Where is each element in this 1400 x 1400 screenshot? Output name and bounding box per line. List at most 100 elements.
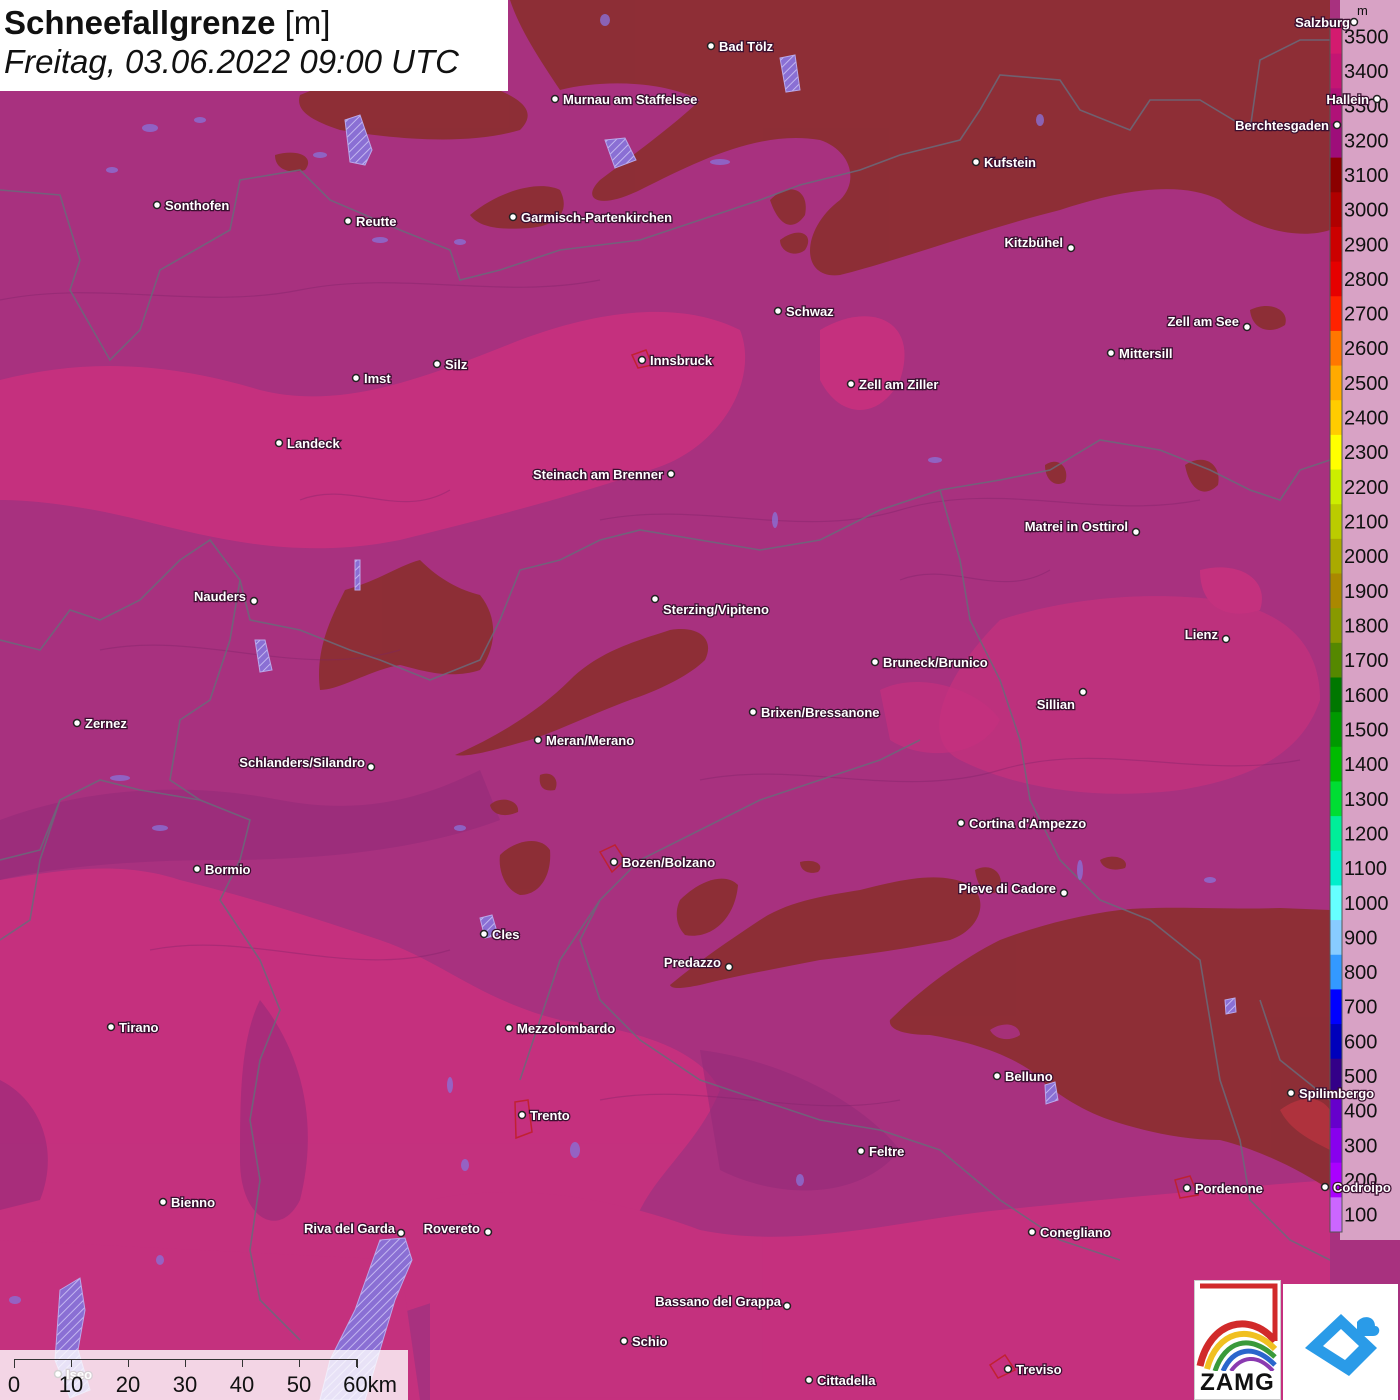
legend-swatch bbox=[1330, 434, 1342, 471]
city-marker: Brixen/Bressanone bbox=[748, 704, 881, 721]
city-marker: Bruneck/Brunico bbox=[870, 654, 989, 671]
legend-label: 1800 bbox=[1344, 616, 1389, 638]
city-dot bbox=[856, 1146, 866, 1156]
city-dot bbox=[396, 1228, 406, 1238]
legend-label: 1700 bbox=[1344, 650, 1389, 672]
city-label: Conegliano bbox=[1040, 1225, 1111, 1240]
city-dot bbox=[956, 818, 966, 828]
legend-unit: m bbox=[1357, 3, 1368, 18]
map-title-main: Schneefallgrenze bbox=[4, 4, 276, 41]
scale-tick-label: 40 bbox=[229, 1372, 255, 1397]
city-marker: Cittadella bbox=[804, 1372, 878, 1389]
map-stage: 3500 3400 3300 3200 3100 3000 2900 2800 2700 2600… bbox=[0, 0, 1400, 1400]
city-dot bbox=[1320, 1182, 1330, 1192]
city-marker: Conegliano bbox=[1027, 1224, 1112, 1241]
city-label: Pordenone bbox=[1195, 1181, 1263, 1196]
legend-label: 3100 bbox=[1344, 165, 1389, 187]
city-dot bbox=[72, 718, 82, 728]
title-box: Schneefallgrenze [m] Freitag, 03.06.2022… bbox=[0, 0, 508, 91]
legend-label: 2600 bbox=[1344, 338, 1389, 360]
city-label: Bienno bbox=[171, 1195, 215, 1210]
legend-label: 1600 bbox=[1344, 685, 1389, 707]
city-dot bbox=[1182, 1183, 1192, 1193]
city-label: Silz bbox=[445, 357, 468, 372]
city-label: Meran/Merano bbox=[546, 733, 634, 748]
city-label: Cittadella bbox=[817, 1373, 876, 1388]
city-dot bbox=[1131, 527, 1141, 537]
legend-label: 1100 bbox=[1344, 858, 1387, 880]
legend-swatch bbox=[1330, 746, 1342, 782]
legend-swatch bbox=[1330, 400, 1342, 436]
scale-tick-mark bbox=[356, 1359, 357, 1367]
city-label: Garmisch-Partenkirchen bbox=[521, 210, 672, 225]
city-dot bbox=[1372, 94, 1382, 104]
city-dot bbox=[666, 469, 676, 479]
city-dot bbox=[1059, 888, 1069, 898]
city-dot bbox=[483, 1227, 493, 1237]
legend-label: 1400 bbox=[1344, 754, 1389, 776]
city-label: Nauders bbox=[194, 589, 246, 604]
legend-swatch bbox=[1330, 989, 1342, 1025]
city-label: Schio bbox=[632, 1334, 667, 1349]
city-dot bbox=[432, 359, 442, 369]
legend-swatch bbox=[1330, 1128, 1342, 1164]
weather-app-logo bbox=[1283, 1284, 1398, 1400]
city-dot bbox=[1066, 243, 1076, 253]
city-label: Predazzo bbox=[664, 955, 721, 970]
city-label: Bormio bbox=[205, 862, 251, 877]
city-marker: Meran/Merano bbox=[533, 732, 635, 749]
legend-label: 2200 bbox=[1344, 477, 1389, 499]
legend-swatch bbox=[1330, 781, 1342, 817]
city-dot bbox=[706, 41, 716, 51]
legend-label: 1200 bbox=[1344, 823, 1389, 845]
legend-label: 3400 bbox=[1344, 61, 1389, 83]
map-title: Schneefallgrenze [m] bbox=[4, 4, 508, 42]
scale-tick-label: 50 bbox=[286, 1372, 312, 1397]
city-label: Reutte bbox=[356, 214, 396, 229]
legend-swatch bbox=[1330, 469, 1342, 505]
legend-swatch bbox=[1330, 712, 1342, 748]
legend-label: 400 bbox=[1344, 1101, 1377, 1123]
city-marker: Matrei in Osttirol bbox=[1023, 518, 1141, 537]
city-label: Landeck bbox=[287, 436, 341, 451]
city-marker: Berchtesgaden bbox=[1234, 117, 1342, 134]
city-label: Innsbruck bbox=[650, 353, 713, 368]
city-dot bbox=[1027, 1227, 1037, 1237]
city-label: Belluno bbox=[1005, 1069, 1053, 1084]
city-label: Sterzing/Vipiteno bbox=[663, 602, 769, 617]
legend-swatch bbox=[1330, 296, 1342, 332]
lake-small-1 bbox=[354, 559, 361, 591]
city-label: Bruneck/Brunico bbox=[883, 655, 988, 670]
city-label: Brixen/Bressanone bbox=[761, 705, 880, 720]
city-dot bbox=[152, 200, 162, 210]
city-label: Schlanders/Silandro bbox=[239, 755, 365, 770]
city-dot bbox=[1003, 1364, 1013, 1374]
legend-label: 2300 bbox=[1344, 442, 1389, 464]
legend-label: 1300 bbox=[1344, 789, 1389, 811]
scale-tick-label: 60km bbox=[343, 1372, 397, 1397]
city-marker: Sonthofen bbox=[152, 197, 231, 214]
legend-label: 100 bbox=[1344, 1205, 1377, 1227]
legend-swatch bbox=[1330, 920, 1342, 956]
legend-label: 600 bbox=[1344, 1031, 1377, 1053]
legend-label: 300 bbox=[1344, 1135, 1377, 1157]
lake-small-2 bbox=[1044, 1081, 1059, 1105]
city-label: Treviso bbox=[1016, 1362, 1062, 1377]
city-marker: Garmisch-Partenkirchen bbox=[508, 209, 673, 226]
legend-label: 2900 bbox=[1344, 234, 1389, 256]
legend-swatch bbox=[1330, 677, 1342, 713]
city-label: Codroipo bbox=[1333, 1180, 1391, 1195]
legend-swatch bbox=[1330, 816, 1342, 852]
city-marker: Innsbruck bbox=[637, 352, 714, 369]
legend-label: 900 bbox=[1344, 927, 1377, 949]
city-marker: Pordenone bbox=[1182, 1180, 1264, 1197]
zamg-logo-text: ZAMG bbox=[1200, 1369, 1275, 1396]
app-cloud-icon bbox=[1305, 1314, 1380, 1376]
city-marker: Salzburg bbox=[1294, 14, 1359, 31]
city-dot bbox=[274, 438, 284, 448]
map-title-unit: [m] bbox=[284, 4, 331, 41]
city-label: Salzburg bbox=[1295, 15, 1350, 30]
city-label: Imst bbox=[364, 371, 391, 386]
city-label: Zernez bbox=[85, 716, 127, 731]
city-dot bbox=[343, 216, 353, 226]
